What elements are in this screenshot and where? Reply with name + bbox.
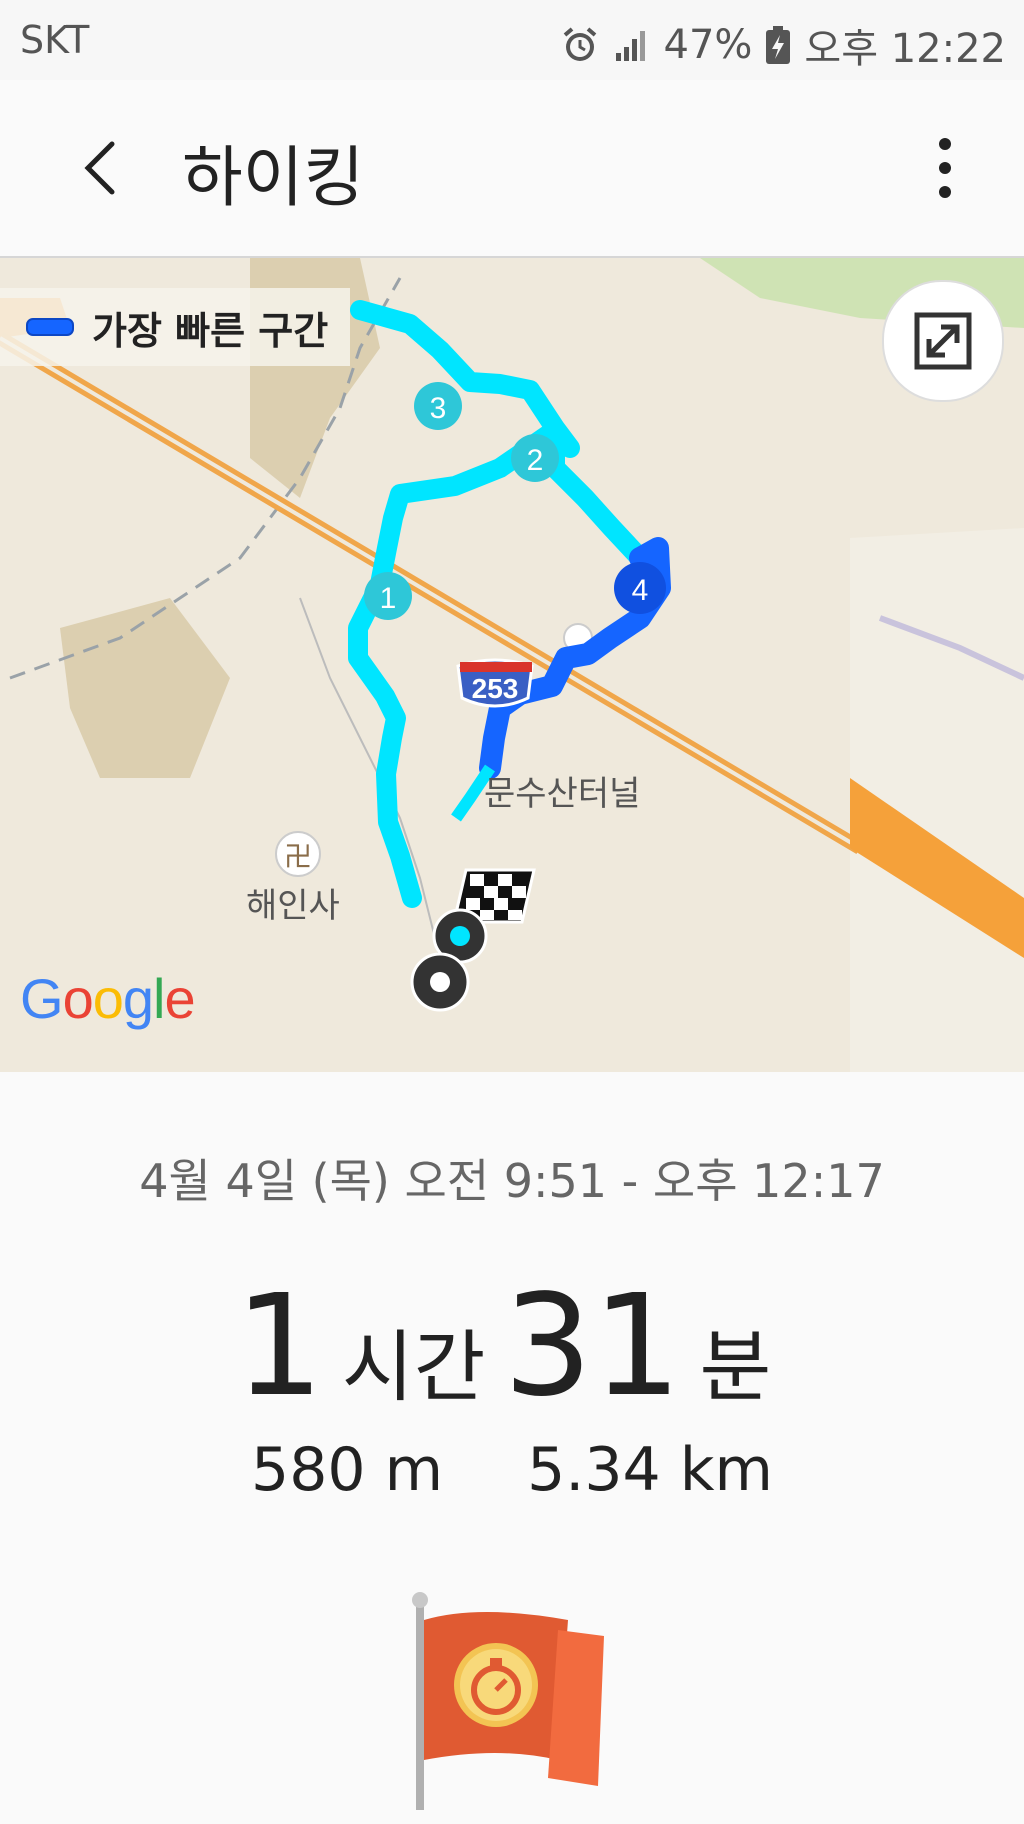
svg-text:2: 2 xyxy=(527,444,544,477)
google-logo: Google xyxy=(20,967,196,1030)
status-time: 오후 12:22 xyxy=(804,26,1006,72)
route-marker-3[interactable]: 3 xyxy=(414,382,462,430)
page-title: 하이킹 xyxy=(182,139,365,216)
duration-hours: 1 xyxy=(234,1265,324,1428)
alarm-icon xyxy=(563,27,596,61)
app-bar: 하이킹 xyxy=(0,80,1024,258)
duration-minutes: 31 xyxy=(503,1265,682,1428)
fast-segment-swatch xyxy=(26,318,74,336)
duration: 1 시간 31 분 xyxy=(0,1265,1024,1428)
map-legend: 가장 빠른 구간 xyxy=(0,288,351,366)
activity-datetime: 4월 4일 (목) 오전 9:51 - 오후 12:17 xyxy=(139,1154,885,1208)
achievement-badge[interactable] xyxy=(408,1590,618,1820)
battery-percent: 47% xyxy=(663,22,753,68)
route-marker-4[interactable]: 4 xyxy=(614,562,666,614)
legend-label: 가장 빠른 구간 xyxy=(92,308,329,353)
svg-text:3: 3 xyxy=(430,392,447,425)
route-marker-2[interactable]: 2 xyxy=(511,434,559,482)
temple-icon: 卍 xyxy=(284,840,312,873)
svg-text:253: 253 xyxy=(472,673,519,704)
status-bar: SKT 47% 오후 12:22 xyxy=(0,0,1024,80)
signal-icon xyxy=(615,31,645,61)
activity-stats: 580 m 5.34 km xyxy=(0,1435,1024,1505)
stopwatch-flag-icon xyxy=(412,1592,604,1810)
road-shield-253: 253 xyxy=(456,658,534,708)
duration-minutes-unit: 분 xyxy=(699,1323,772,1413)
more-options-button[interactable] xyxy=(920,132,970,204)
temple-label: 해인사 xyxy=(246,886,340,926)
expand-map-button[interactable] xyxy=(882,280,1004,402)
expand-icon xyxy=(914,312,972,370)
elevation-value: 580 m xyxy=(251,1435,444,1505)
tunnel-label: 문수산터널 xyxy=(484,774,641,814)
distance-value: 5.34 km xyxy=(527,1435,773,1505)
route-marker-1[interactable]: 1 xyxy=(364,572,412,620)
svg-text:1: 1 xyxy=(380,582,397,615)
battery-charging-icon xyxy=(766,26,791,64)
back-button[interactable] xyxy=(72,132,136,204)
back-arrow-icon xyxy=(84,141,115,195)
more-vertical-icon xyxy=(939,138,951,198)
map-canvas: 1 2 3 4 253 卍 xyxy=(0,258,1024,1072)
route-map[interactable]: 1 2 3 4 253 卍 가장 빠른 구간 문수산터널 해인사 Google xyxy=(0,258,1024,1072)
svg-text:4: 4 xyxy=(632,574,649,607)
duration-hours-unit: 시간 xyxy=(341,1323,486,1413)
carrier-label: SKT xyxy=(20,18,90,62)
status-icons: 47% 오후 12:22 xyxy=(560,16,1006,74)
